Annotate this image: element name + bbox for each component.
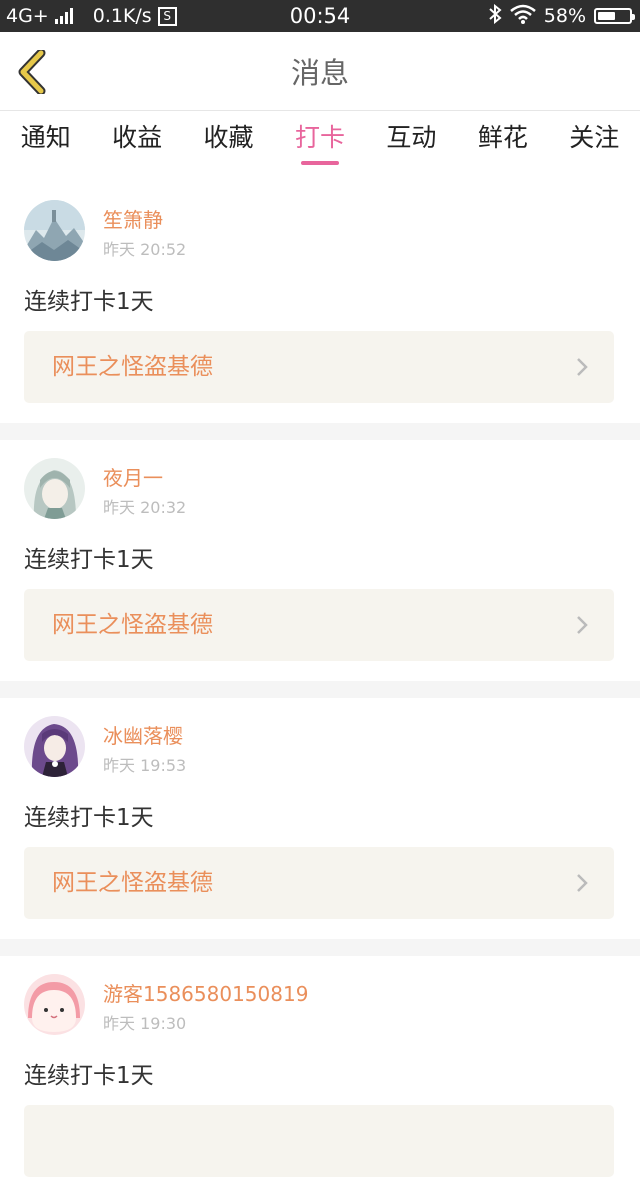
book-title: 网王之怪盗基德 (52, 354, 213, 380)
user-name[interactable]: 夜月一 (103, 462, 163, 491)
checkin-feed: 笙箫静 昨天 20:52 连续打卡1天 网王之怪盗基德 夜月一 昨天 20:32… (0, 182, 640, 1197)
wifi-icon (509, 4, 536, 29)
tab-flowers[interactable]: 鲜花 (457, 111, 548, 169)
list-item: 游客1586580150819 昨天 19:30 连续打卡1天 (0, 956, 640, 1197)
divider (0, 681, 640, 698)
tab-notifications[interactable]: 通知 (0, 111, 91, 169)
timestamp: 昨天 19:53 (103, 756, 187, 775)
chevron-right-icon (577, 616, 588, 634)
avatar[interactable] (24, 716, 85, 777)
tab-checkin[interactable]: 打卡 (274, 111, 365, 169)
chevron-right-icon (577, 358, 588, 376)
checkin-message: 连续打卡1天 (24, 289, 154, 315)
divider (0, 939, 640, 956)
tab-bar: 通知 收益 收藏 打卡 互动 鲜花 关注 (0, 111, 640, 169)
battery-percent: 58% (543, 5, 586, 27)
checkin-message: 连续打卡1天 (24, 805, 154, 831)
bluetooth-icon (488, 3, 502, 29)
status-right: 58% (488, 0, 635, 32)
tab-favorites[interactable]: 收藏 (183, 111, 274, 169)
tab-label: 通知 (20, 123, 71, 152)
tab-label: 鲜花 (477, 123, 528, 152)
tab-label: 互动 (386, 123, 437, 152)
divider (0, 423, 640, 440)
list-item: 笙箫静 昨天 20:52 连续打卡1天 网王之怪盗基德 (0, 182, 640, 423)
tab-label: 收藏 (203, 123, 254, 152)
book-link[interactable] (24, 1105, 614, 1177)
user-name[interactable]: 冰幽落樱 (103, 720, 183, 749)
tab-earnings[interactable]: 收益 (91, 111, 182, 169)
avatar[interactable] (24, 200, 85, 261)
chevron-right-icon (577, 874, 588, 892)
book-link[interactable]: 网王之怪盗基德 (24, 847, 614, 919)
tab-interaction[interactable]: 互动 (366, 111, 457, 169)
avatar[interactable] (24, 974, 85, 1035)
book-link[interactable]: 网王之怪盗基德 (24, 589, 614, 661)
avatar[interactable] (24, 458, 85, 519)
page-title: 消息 (290, 56, 349, 90)
tab-label: 打卡 (294, 123, 345, 152)
book-title: 网王之怪盗基德 (52, 870, 213, 896)
timestamp: 昨天 20:52 (103, 240, 187, 259)
tab-label: 收益 (112, 123, 163, 152)
tab-following[interactable]: 关注 (549, 111, 640, 169)
book-link[interactable]: 网王之怪盗基德 (24, 331, 614, 403)
timestamp: 昨天 19:30 (103, 1014, 187, 1033)
battery-level (598, 12, 615, 20)
status-bar: 4G+ 0.1K/s S 00:54 58% (0, 0, 640, 32)
battery-icon (594, 8, 635, 24)
list-item: 夜月一 昨天 20:32 连续打卡1天 网王之怪盗基德 (0, 440, 640, 681)
checkin-message: 连续打卡1天 (24, 547, 154, 573)
timestamp: 昨天 20:32 (103, 498, 187, 517)
user-name[interactable]: 游客1586580150819 (103, 978, 308, 1007)
checkin-message: 连续打卡1天 (24, 1063, 154, 1089)
nav-bar: 消息 (0, 32, 640, 111)
tab-label: 关注 (569, 123, 620, 152)
tab-indicator (300, 161, 339, 165)
list-item: 冰幽落樱 昨天 19:53 连续打卡1天 网王之怪盗基德 (0, 698, 640, 939)
user-name[interactable]: 笙箫静 (103, 204, 163, 233)
book-title: 网王之怪盗基德 (52, 612, 213, 638)
